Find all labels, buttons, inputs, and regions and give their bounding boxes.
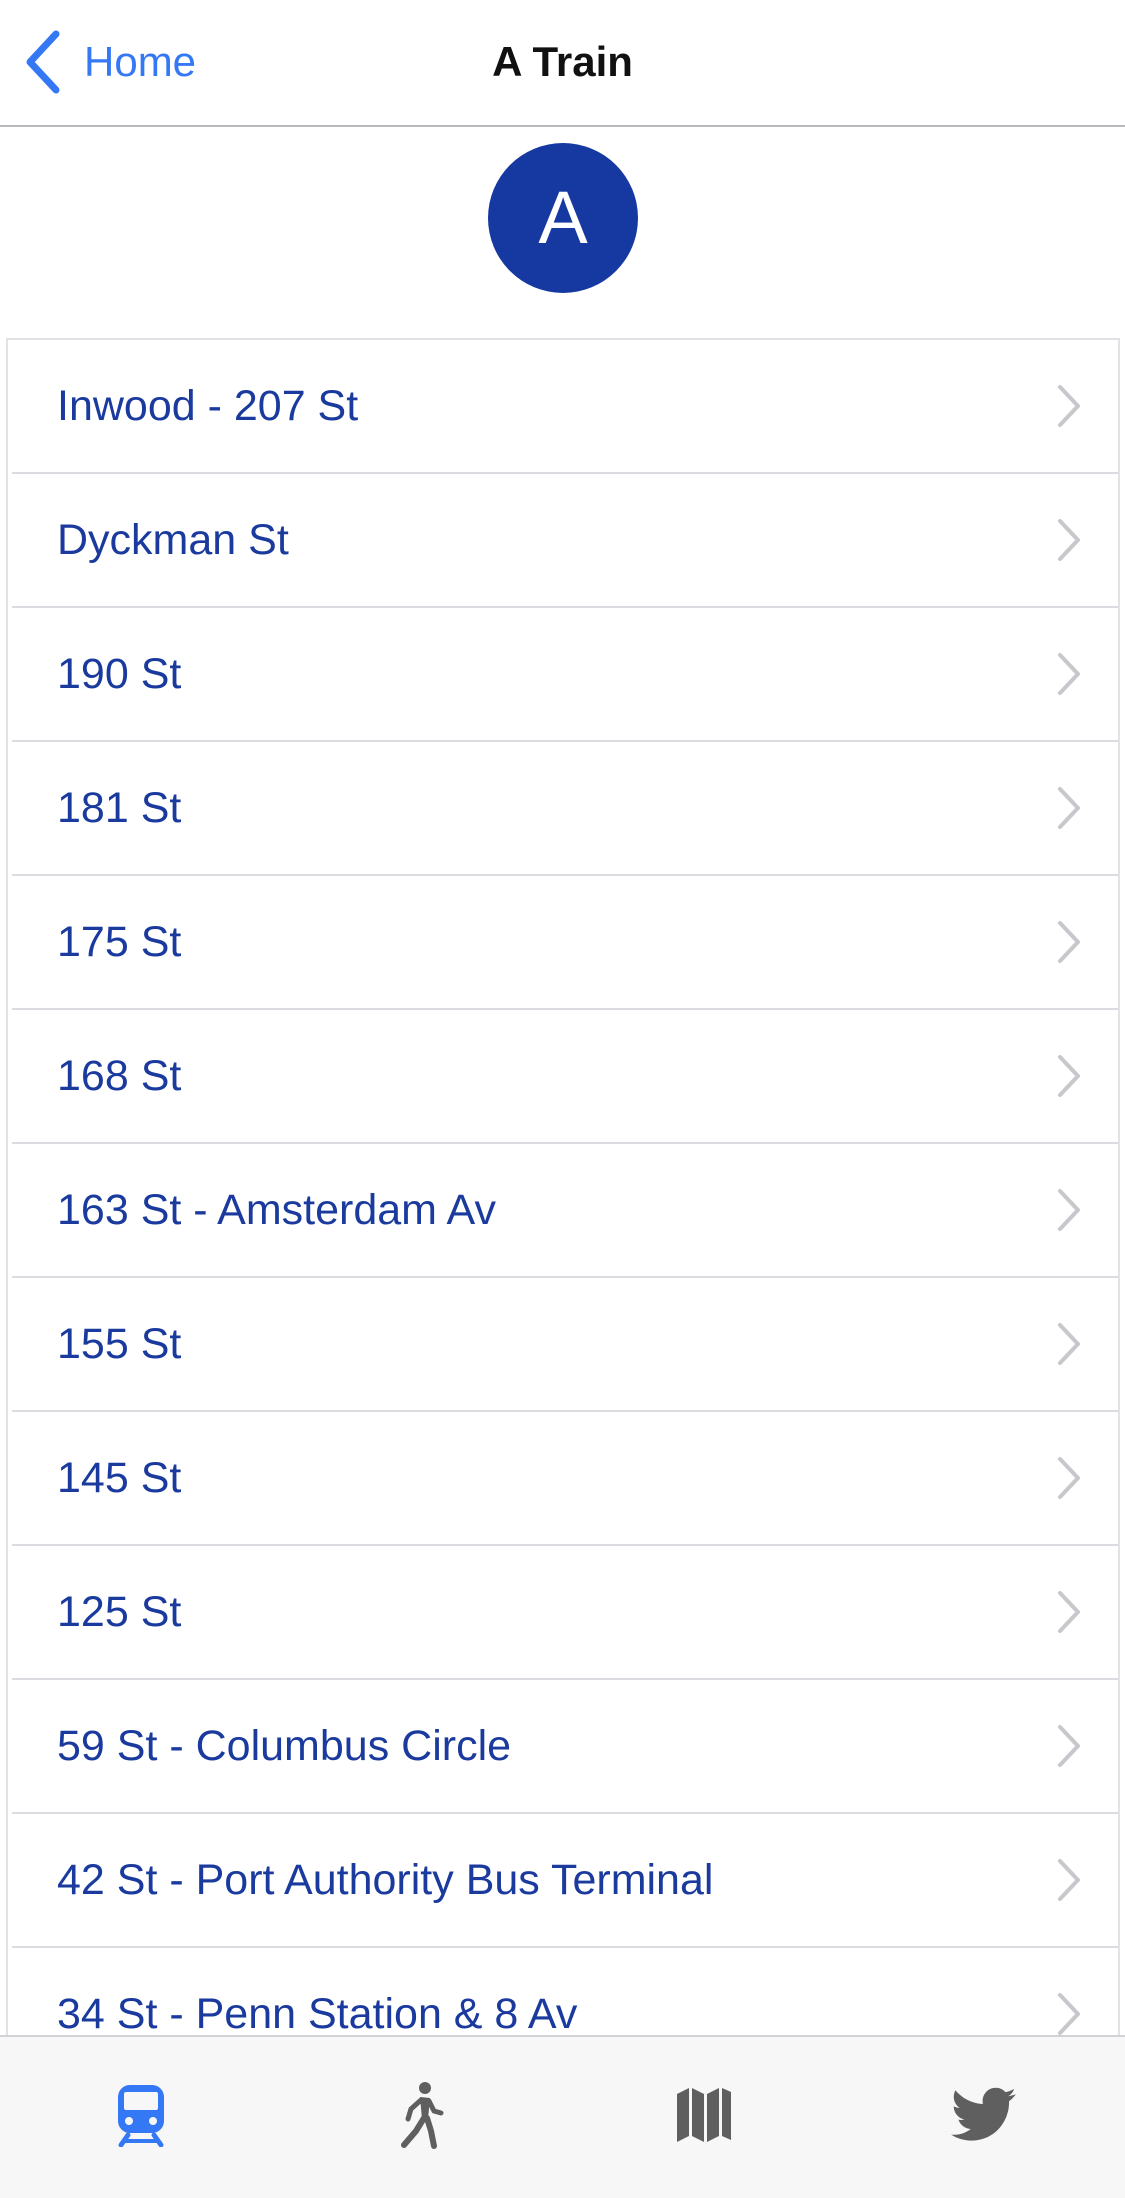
station-row[interactable]: 59 St - Columbus Circle (12, 1680, 1118, 1814)
tab-walking[interactable] (381, 2075, 461, 2155)
chevron-right-icon (1058, 1055, 1080, 1097)
chevron-right-icon (1058, 519, 1080, 561)
tab-twitter[interactable] (944, 2075, 1024, 2155)
station-name: 125 St (57, 1588, 182, 1636)
station-name: 163 St - Amsterdam Av (57, 1186, 496, 1234)
twitter-bird-icon (951, 2087, 1016, 2141)
screen: Home A Train A Inwood - 207 St Dyckman S… (0, 0, 1125, 2198)
station-row[interactable]: 125 St (12, 1546, 1118, 1680)
station-name: 155 St (57, 1320, 182, 1368)
station-row[interactable]: 175 St (12, 876, 1118, 1010)
station-row[interactable]: Dyckman St (12, 474, 1118, 608)
station-row[interactable]: 181 St (12, 742, 1118, 876)
chevron-right-icon (1058, 1591, 1080, 1633)
chevron-right-icon (1058, 921, 1080, 963)
chevron-right-icon (1058, 1859, 1080, 1901)
navigation-bar: Home A Train (0, 0, 1125, 127)
station-name: 42 St - Port Authority Bus Terminal (57, 1856, 714, 1904)
line-badge: A (488, 143, 638, 293)
walking-person-icon (401, 2082, 444, 2149)
station-name: 190 St (57, 650, 182, 698)
station-name: 175 St (57, 918, 182, 966)
chevron-right-icon (1058, 787, 1080, 829)
station-name: Inwood - 207 St (57, 382, 359, 430)
chevron-right-icon (1058, 385, 1080, 427)
station-row[interactable]: 42 St - Port Authority Bus Terminal (12, 1814, 1118, 1948)
tab-bar (0, 2035, 1125, 2198)
station-row[interactable]: 163 St - Amsterdam Av (12, 1144, 1118, 1278)
station-row[interactable]: Inwood - 207 St (12, 340, 1118, 474)
tab-train[interactable] (101, 2075, 181, 2155)
station-name: 168 St (57, 1052, 182, 1100)
station-row[interactable]: 168 St (12, 1010, 1118, 1144)
chevron-right-icon (1058, 653, 1080, 695)
tab-map[interactable] (664, 2075, 744, 2155)
chevron-right-icon (1058, 1457, 1080, 1499)
chevron-right-icon (1058, 1993, 1080, 2035)
station-name: 145 St (57, 1454, 182, 1502)
station-name: 181 St (57, 784, 182, 832)
station-row[interactable]: 155 St (12, 1278, 1118, 1412)
station-list: Inwood - 207 St Dyckman St 190 St 181 St… (6, 338, 1120, 2038)
train-icon (118, 2085, 164, 2147)
chevron-right-icon (1058, 1323, 1080, 1365)
station-row[interactable]: 145 St (12, 1412, 1118, 1546)
page-title: A Train (492, 38, 633, 85)
chevron-right-icon (1058, 1189, 1080, 1231)
station-row[interactable]: 190 St (12, 608, 1118, 742)
chevron-right-icon (1058, 1725, 1080, 1767)
station-name: 34 St - Penn Station & 8 Av (57, 1990, 578, 2038)
station-row[interactable]: 34 St - Penn Station & 8 Av (12, 1948, 1118, 2038)
map-icon (677, 2088, 731, 2142)
station-name: Dyckman St (57, 516, 289, 564)
station-name: 59 St - Columbus Circle (57, 1722, 512, 1770)
